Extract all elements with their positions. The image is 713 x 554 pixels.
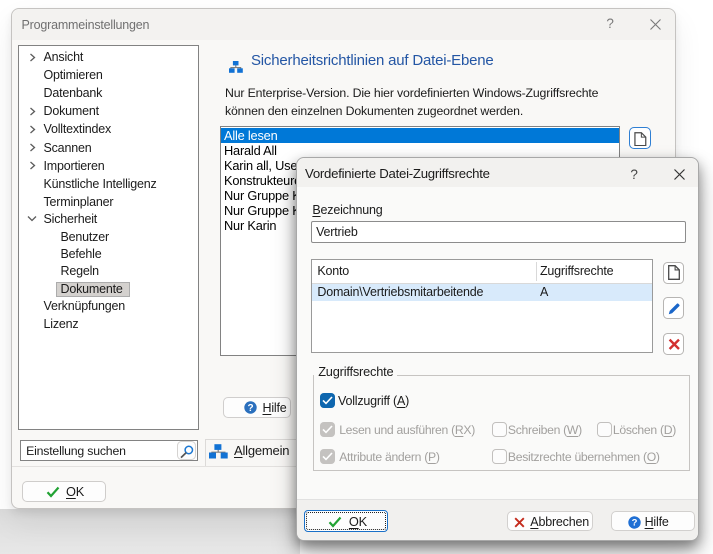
svg-text:?: ?	[247, 403, 253, 414]
svg-text:?: ?	[631, 517, 637, 528]
